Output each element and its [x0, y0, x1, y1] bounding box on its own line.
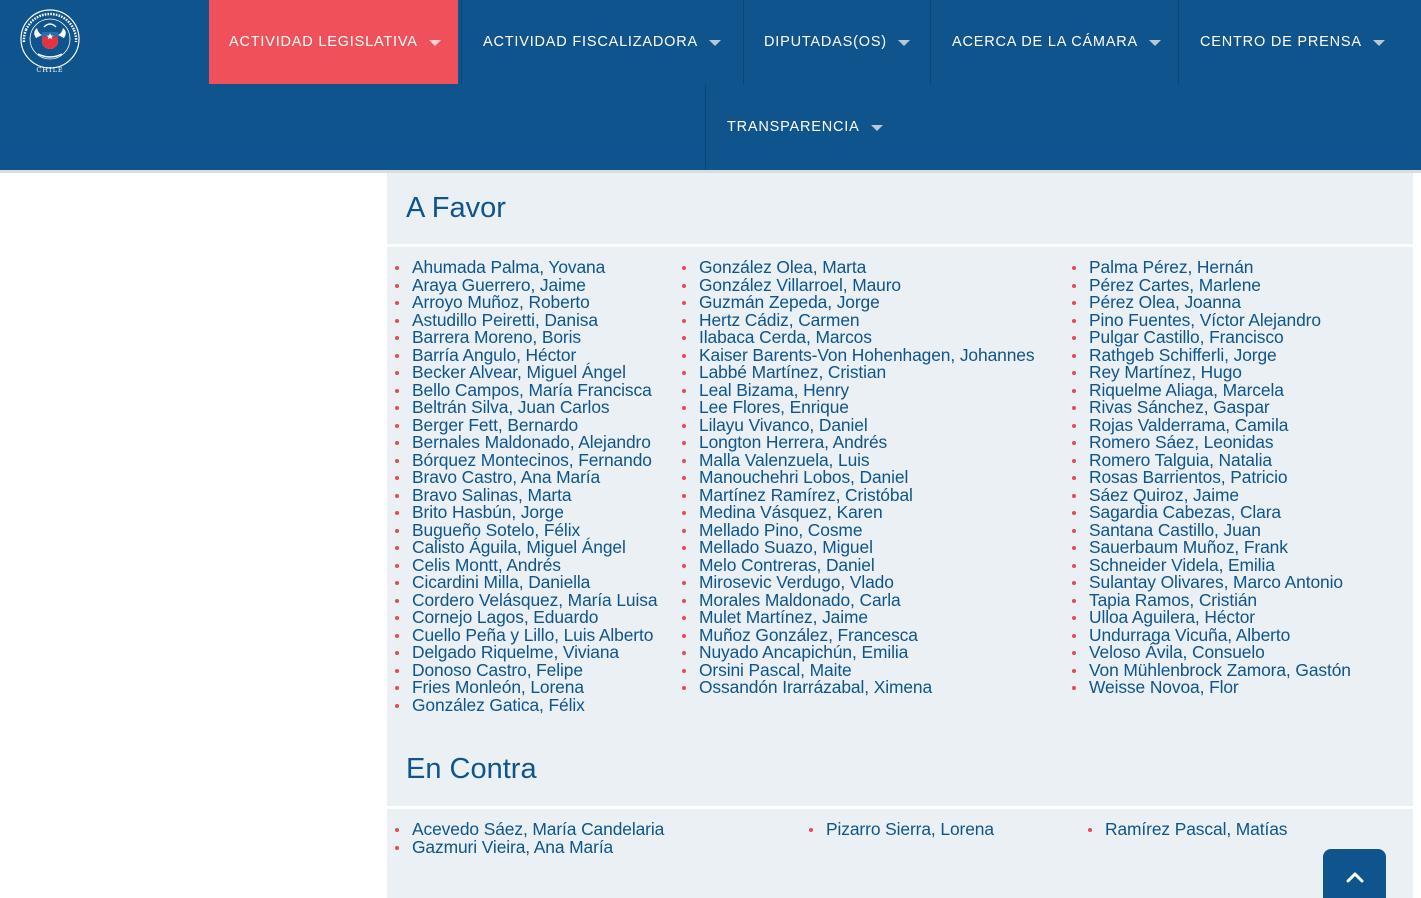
nav-actividad-legislativa[interactable]: ACTIVIDAD LEGISLATIVA [209, 0, 458, 84]
deputy-name-link[interactable]: Ulloa Aguilera, Héctor [1064, 608, 1351, 627]
en-contra-column-3: Ramírez Pascal, Matías [1080, 820, 1287, 839]
deputy-name-link[interactable]: Fries Monleón, Lorena [387, 678, 657, 697]
deputy-name-link[interactable]: Ilabaca Cerda, Marcos [674, 328, 1034, 347]
deputy-name-link[interactable]: Gazmuri Vieira, Ana María [387, 838, 664, 857]
camara-logo[interactable]: CHILE [14, 8, 86, 76]
section-divider [387, 806, 1413, 809]
deputy-name-link[interactable]: Cornejo Lagos, Eduardo [387, 608, 657, 627]
section-divider [387, 244, 1413, 247]
deputy-name-link[interactable]: Sagardia Cabezas, Clara [1064, 503, 1351, 522]
deputy-name-link[interactable]: Beltrán Silva, Juan Carlos [387, 398, 657, 417]
deputy-name-link[interactable]: Ramírez Pascal, Matías [1080, 820, 1287, 839]
deputy-name-link[interactable]: Ossandón Irarrázabal, Ximena [674, 678, 1034, 697]
deputy-name-link[interactable]: Bernales Maldonado, Alejandro [387, 433, 657, 452]
camara-seal-icon: CHILE [20, 9, 80, 74]
nav-label: DIPUTADAS(OS) [764, 34, 887, 50]
en-contra-column-2: Pizarro Sierra, Lorena [801, 820, 994, 839]
nav-centro-de-prensa[interactable]: CENTRO DE PRENSA [1179, 0, 1421, 84]
deputy-name-link[interactable]: Mirosevic Verdugo, Vlado [674, 573, 1034, 592]
deputy-name-link[interactable]: Brito Hasbún, Jorge [387, 503, 657, 522]
deputy-name-link[interactable]: Rey Martínez, Hugo [1064, 363, 1351, 382]
chevron-down-icon [870, 125, 883, 131]
deputy-name-link[interactable]: Longton Herrera, Andrés [674, 433, 1034, 452]
deputy-name-link[interactable]: Weisse Novoa, Flor [1064, 678, 1351, 697]
chevron-down-icon [428, 40, 441, 46]
deputy-name-link[interactable]: Cicardini Milla, Daniella [387, 573, 657, 592]
deputy-name-link[interactable]: Pérez Olea, Joanna [1064, 293, 1351, 312]
nav-label: ACTIVIDAD LEGISLATIVA [229, 34, 418, 50]
scroll-to-top-button[interactable] [1323, 849, 1386, 898]
vote-results-panel: A Favor Ahumada Palma, Yovana Araya Guerr… [387, 173, 1413, 898]
deputy-name-link[interactable]: Calisto Águila, Miguel Ángel [387, 538, 657, 557]
deputy-name-link[interactable]: Labbé Martínez, Cristian [674, 363, 1034, 382]
deputy-name-link[interactable]: Barrera Moreno, Boris [387, 328, 657, 347]
deputy-name-link[interactable]: Arroyo Muñoz, Roberto [387, 293, 657, 312]
deputy-name-link[interactable]: Romero Sáez, Leonidas [1064, 433, 1351, 452]
en-contra-column-1: Acevedo Sáez, María Candelaria Gazmuri Vi… [387, 820, 664, 857]
chevron-down-icon [1149, 40, 1162, 46]
deputy-name-link[interactable]: Manouchehri Lobos, Daniel [674, 468, 1034, 487]
deputy-name-link[interactable]: Veloso Ávila, Consuelo [1064, 643, 1351, 662]
deputy-name-link[interactable]: Rivas Sánchez, Gaspar [1064, 398, 1351, 417]
nav-diputadas[interactable]: DIPUTADAS(OS) [744, 0, 930, 84]
nav-label: ACTIVIDAD FISCALIZADORA [483, 34, 698, 50]
a-favor-column-3: Palma Pérez, Hernán Pérez Cartes, Marlene… [1064, 258, 1351, 697]
deputy-name-link[interactable]: Pizarro Sierra, Lorena [801, 820, 994, 839]
nav-label: CENTRO DE PRENSA [1200, 34, 1362, 50]
nav-label: TRANSPARENCIA [727, 119, 860, 135]
site-header: CHILE ACTIVIDAD LEGISLATIVA ACTIVIDAD FI… [0, 0, 1421, 170]
deputy-name-link[interactable]: Guzmán Zepeda, Jorge [674, 293, 1034, 312]
deputy-name-link[interactable]: Ahumada Palma, Yovana [387, 258, 657, 277]
nav-label: ACERCA DE LA CÁMARA [952, 34, 1139, 50]
deputy-name-link[interactable]: González Olea, Marta [674, 258, 1034, 277]
nav-acerca-de-la-camara[interactable]: ACERCA DE LA CÁMARA [931, 0, 1178, 84]
deputy-name-link[interactable]: Mellado Suazo, Miguel [674, 538, 1034, 557]
deputy-name-link[interactable]: Pulgar Castillo, Francisco [1064, 328, 1351, 347]
deputy-name-link[interactable]: Sulantay Olivares, Marco Antonio [1064, 573, 1351, 592]
nav-transparencia[interactable]: TRANSPARENCIA [706, 84, 906, 170]
deputy-name-link[interactable]: Delgado Riquelme, Viviana [387, 643, 657, 662]
deputy-name-link[interactable]: Acevedo Sáez, María Candelaria [387, 820, 664, 839]
a-favor-column-2: González Olea, Marta González Villarroel,… [674, 258, 1035, 697]
nav-actividad-fiscalizadora[interactable]: ACTIVIDAD FISCALIZADORA [462, 0, 743, 84]
a-favor-title: A Favor [406, 192, 506, 224]
deputy-name-link[interactable]: Bravo Castro, Ana María [387, 468, 657, 487]
chevron-down-icon [897, 40, 910, 46]
deputy-name-link[interactable]: Palma Pérez, Hernán [1064, 258, 1351, 277]
chevron-up-icon [1346, 872, 1363, 883]
deputy-name-link[interactable]: González Gatica, Félix [387, 696, 657, 715]
deputy-name-link[interactable]: Becker Alvear, Miguel Ángel [387, 363, 657, 382]
a-favor-column-1: Ahumada Palma, Yovana Araya Guerrero, Jai… [387, 258, 658, 715]
deputy-name-link[interactable]: Lee Flores, Enrique [674, 398, 1034, 417]
deputy-name-link[interactable]: Nuyado Ancapichún, Emilia [674, 643, 1034, 662]
chevron-down-icon [709, 40, 721, 46]
deputy-name-link[interactable]: Sauerbaum Muñoz, Frank [1064, 538, 1351, 557]
svg-text:CHILE: CHILE [36, 66, 63, 74]
en-contra-title: En Contra [406, 753, 537, 785]
chevron-down-icon [1372, 40, 1385, 46]
deputy-name-link[interactable]: Medina Vásquez, Karen [674, 503, 1034, 522]
deputy-name-link[interactable]: Mulet Martínez, Jaime [674, 608, 1034, 627]
deputy-name-link[interactable]: Rosas Barrientos, Patricio [1064, 468, 1351, 487]
